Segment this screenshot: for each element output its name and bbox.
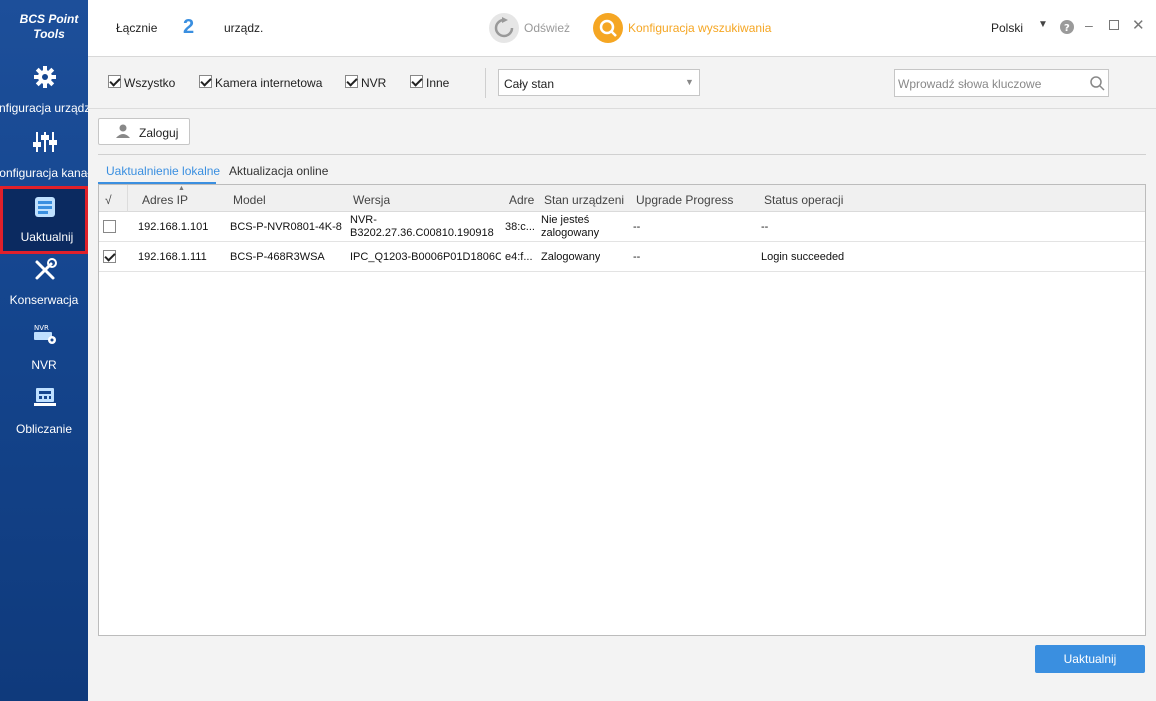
chevron-down-icon: ▼ (685, 77, 694, 87)
help-icon[interactable]: ? (1060, 20, 1074, 34)
sidebar-item-label: Obliczanie (15, 422, 73, 436)
header-mac[interactable]: Adre (509, 193, 535, 207)
divider (98, 154, 1146, 155)
app-logo: BCS Point Tools (19, 12, 79, 41)
filter-other-label: Inne (426, 76, 450, 90)
search-icon[interactable] (1089, 75, 1105, 91)
sidebar-item-label: NVR (31, 358, 57, 372)
header-version[interactable]: Wersja (353, 193, 390, 207)
header-select-all[interactable]: √ (105, 193, 112, 207)
sidebar-item-label: Konfiguracja kanału (0, 166, 88, 180)
sidebar: BCS Point Tools Konfiguracja urządzeń (0, 0, 88, 701)
main-content: Zaloguj Uaktualnienie lokalne Aktualizac… (88, 109, 1156, 701)
total-label: Łącznie (116, 21, 158, 35)
tools-icon (35, 258, 57, 280)
header-ip[interactable]: Adres IP (142, 193, 188, 207)
filter-camera-checkbox[interactable] (199, 75, 212, 88)
tab-local-upgrade[interactable]: Uaktualnienie lokalne (106, 164, 220, 178)
unit-label: urządz. (224, 21, 264, 35)
nvr-icon: NVR (34, 324, 56, 344)
filter-bar: Wszystko Kamera internetowa NVR Inne Cał… (88, 57, 1156, 109)
status-select[interactable]: Cały stan ▼ (498, 69, 700, 96)
device-count: 2 (183, 16, 195, 38)
sidebar-item-channel-config[interactable]: Konfiguracja kanału (0, 123, 88, 187)
login-button[interactable]: Zaloguj (98, 118, 190, 145)
svg-text:NVR: NVR (34, 324, 49, 332)
sidebar-item-label: Konfiguracja urządzeń (0, 101, 88, 115)
search-config-icon (593, 13, 623, 43)
row-checkbox[interactable] (103, 220, 116, 233)
filter-nvr-label: NVR (361, 76, 387, 90)
filter-all-checkbox[interactable] (108, 75, 121, 88)
search-input[interactable]: Wprowadź słowa kluczowe (894, 69, 1109, 97)
table-row[interactable]: 192.168.1.101 BCS-P-NVR0801-4K-8P NVR- B… (99, 212, 1145, 242)
filter-all-label: Wszystko (124, 76, 176, 90)
refresh-icon (489, 13, 519, 43)
device-table: √ Adres IP ▲ Model Wersja Adre Stan urzą… (98, 184, 1146, 636)
sidebar-item-upgrade[interactable]: Uaktualnij (0, 186, 88, 254)
filter-other-checkbox[interactable] (410, 75, 423, 88)
calculator-icon (34, 388, 56, 406)
chevron-down-icon[interactable]: ▼ (1038, 19, 1048, 30)
tab-online-update[interactable]: Aktualizacja online (229, 164, 328, 178)
language-select[interactable]: Polski (991, 21, 1023, 35)
user-icon (116, 124, 130, 138)
header-progress[interactable]: Upgrade Progress (636, 193, 733, 207)
sidebar-item-maintenance[interactable]: Konserwacja (0, 251, 88, 315)
svg-text:?: ? (1064, 23, 1070, 34)
close-icon[interactable]: ✕ (1132, 16, 1145, 34)
top-bar: Łącznie 2 urządz. Odśwież Konfiguracja w… (88, 0, 1156, 57)
header-status[interactable]: Status operacji (764, 193, 843, 207)
upgrade-button[interactable]: Uaktualnij (1035, 645, 1145, 673)
table-header: √ Adres IP ▲ Model Wersja Adre Stan urzą… (99, 185, 1145, 212)
header-model[interactable]: Model (233, 193, 266, 207)
maximize-icon[interactable] (1109, 20, 1119, 30)
minimize-icon[interactable]: – (1085, 17, 1093, 33)
upgrade-icon (35, 197, 55, 217)
sidebar-item-device-config[interactable]: Konfiguracja urządzeń (0, 58, 88, 122)
sidebar-item-nvr[interactable]: NVR NVR (0, 315, 88, 379)
sidebar-item-calculation[interactable]: Obliczanie (0, 379, 88, 443)
filter-nvr-checkbox[interactable] (345, 75, 358, 88)
table-row[interactable]: 192.168.1.111 BCS-P-468R3WSA IPC_Q1203-B… (99, 242, 1145, 272)
row-checkbox[interactable] (103, 250, 116, 263)
divider (485, 68, 486, 98)
sort-up-icon: ▲ (178, 185, 185, 192)
header-state[interactable]: Stan urządzeni (544, 193, 626, 207)
gear-icon (34, 66, 56, 88)
sidebar-item-label: Uaktualnij (20, 230, 74, 244)
sliders-icon (33, 132, 57, 152)
filter-camera-label: Kamera internetowa (215, 76, 323, 90)
sidebar-item-label: Konserwacja (9, 293, 79, 307)
